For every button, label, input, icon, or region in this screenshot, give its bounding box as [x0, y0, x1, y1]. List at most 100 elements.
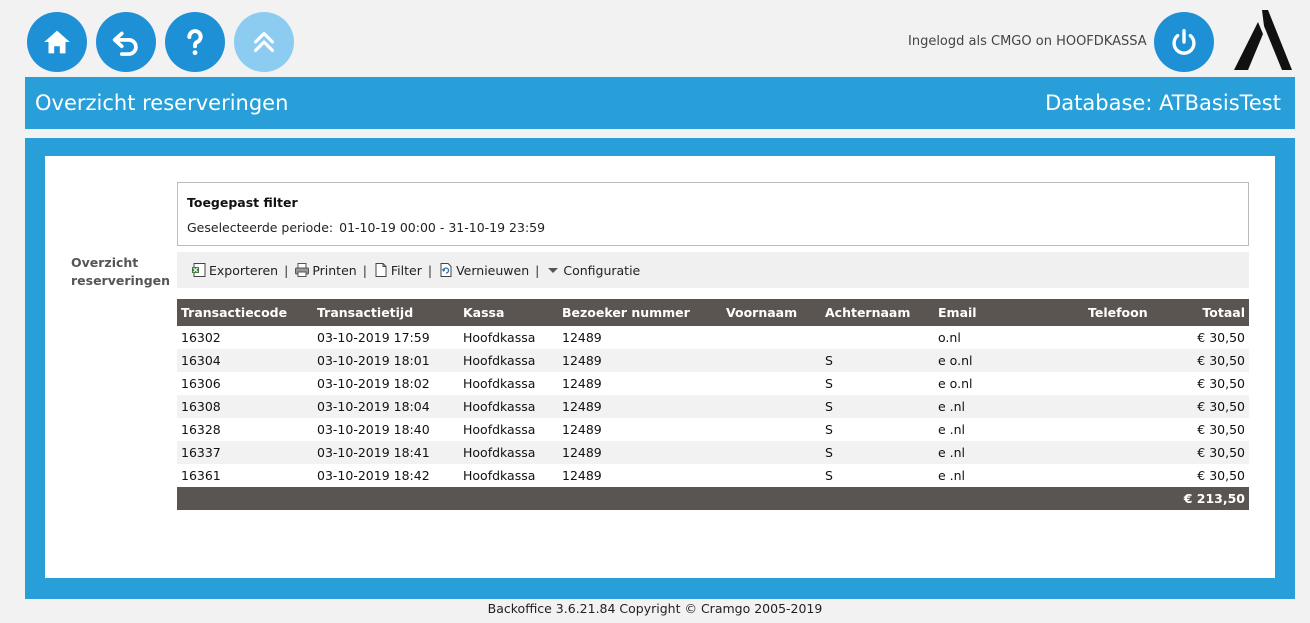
export-button[interactable]: Exporteren [191, 262, 278, 278]
transaction-time-cell: 03-10-2019 18:41 [313, 441, 459, 464]
table-header-row: Transactiecode Transactietijd Kassa Bezo… [177, 299, 1249, 326]
transaction-time-cell: 03-10-2019 18:04 [313, 395, 459, 418]
period-label: Geselecteerde periode: [187, 220, 334, 235]
column-header[interactable]: Kassa [459, 299, 558, 326]
table-row[interactable]: 16308 03-10-2019 18:04 Hoofdkassa 12489 Se .… [177, 395, 1249, 418]
question-icon [187, 29, 203, 56]
visitor-number-cell: 12489 [562, 468, 602, 483]
table-row[interactable]: 16304 03-10-2019 18:01 Hoofdkassa 12489 Se o… [177, 349, 1249, 372]
export-icon [192, 263, 206, 277]
transaction-time-cell: 03-10-2019 18:40 [317, 422, 430, 437]
first-name-cell [722, 372, 821, 395]
last-name-cell: S [825, 468, 833, 483]
transaction-code-cell: 16308 [177, 395, 313, 418]
transaction-time-cell: 03-10-2019 17:59 [317, 330, 430, 345]
email-cell: e o.nl [938, 376, 973, 391]
visitor-number-cell: 12489 [558, 441, 722, 464]
total-cell: € 30,50 [1197, 422, 1245, 437]
email-cell: e .nl [934, 395, 1084, 418]
home-button[interactable] [27, 12, 87, 72]
transaction-code-cell: 16304 [177, 349, 313, 372]
total-cell: € 30,50 [1169, 441, 1249, 464]
column-header[interactable]: Email [934, 299, 1084, 326]
scroll-up-button[interactable] [234, 12, 294, 72]
total-spacer [177, 487, 1169, 510]
cramgo-logo [1234, 10, 1292, 70]
last-name-cell [821, 326, 934, 349]
table-row[interactable]: 16337 03-10-2019 18:41 Hoofdkassa 12489 Se .… [177, 441, 1249, 464]
database-label: Database: ATBasisTest [1045, 91, 1281, 115]
column-header[interactable]: Telefoon [1084, 299, 1169, 326]
total-cell: € 30,50 [1197, 468, 1245, 483]
column-header[interactable]: Voornaam [722, 299, 821, 326]
first-name-cell [722, 464, 821, 487]
transaction-time-cell: 03-10-2019 18:01 [313, 349, 459, 372]
grand-total: € 213,50 [1169, 487, 1249, 510]
separator: | [284, 262, 289, 278]
filter-button[interactable]: Filter [373, 262, 422, 278]
table-total-row: € 213,50 [177, 487, 1249, 510]
export-label: Exporteren [209, 262, 279, 278]
phone-cell [1084, 372, 1169, 395]
page-title: Overzicht reserveringen [35, 91, 289, 115]
register-cell: Hoofdkassa [463, 376, 536, 391]
transaction-time-cell: 03-10-2019 18:02 [317, 376, 430, 391]
configuration-dropdown[interactable]: Configuratie [545, 262, 640, 278]
email-cell: e .nl [938, 422, 966, 437]
home-icon [44, 30, 70, 54]
table-row[interactable]: 16328 03-10-2019 18:40 Hoofdkassa 12489 Se .… [177, 418, 1249, 441]
content-panel: Overzicht reserveringen Toegepast filter… [45, 156, 1275, 578]
table-row[interactable]: 16306 03-10-2019 18:02 Hoofdkassa 12489 Se o… [177, 372, 1249, 395]
visitor-number-cell: 12489 [558, 349, 722, 372]
side-menu-label[interactable]: Overzicht reserveringen [71, 254, 181, 290]
print-button[interactable]: Printen [294, 262, 357, 278]
filter-period: Geselecteerde periode: 01-10-19 00:00 - 3… [187, 220, 551, 235]
email-cell: e .nl [934, 441, 1084, 464]
email-cell: o.nl [938, 330, 961, 345]
last-name-cell: S [825, 376, 833, 391]
page-header: Overzicht reserveringen Database: ATBasi… [25, 77, 1295, 129]
last-name-cell: S [825, 422, 833, 437]
first-name-cell [722, 418, 821, 441]
register-cell: Hoofdkassa [463, 468, 536, 483]
transaction-code-cell: 16337 [177, 441, 313, 464]
last-name-cell: S [821, 395, 934, 418]
total-cell: € 30,50 [1197, 330, 1245, 345]
phone-cell [1084, 395, 1169, 418]
undo-arrow-icon [112, 31, 138, 56]
phone-cell [1084, 326, 1169, 349]
first-name-cell [722, 326, 821, 349]
content-frame: Overzicht reserveringen Toegepast filter… [25, 138, 1295, 599]
logout-button[interactable] [1154, 12, 1214, 72]
last-name-cell: S [821, 441, 934, 464]
footer-copyright: Backoffice 3.6.21.84 Copyright © Cramgo … [487, 601, 823, 616]
visitor-number-cell: 12489 [558, 395, 722, 418]
help-button[interactable] [165, 12, 225, 72]
refresh-button[interactable]: Vernieuwen [438, 262, 529, 278]
column-header[interactable]: Totaal [1169, 299, 1249, 326]
column-header[interactable]: Bezoeker nummer [558, 299, 722, 326]
login-status: Ingelogd als CMGO on HOOFDKASSA [908, 34, 1147, 49]
reservations-table: Transactiecode Transactietijd Kassa Bezo… [177, 299, 1249, 510]
last-name-cell: S [821, 349, 934, 372]
column-header[interactable]: Achternaam [821, 299, 934, 326]
filter-title: Toegepast filter [187, 195, 298, 210]
transaction-time-cell: 03-10-2019 18:42 [317, 468, 430, 483]
visitor-number-cell: 12489 [562, 376, 602, 391]
email-cell: e .nl [938, 468, 966, 483]
email-cell: e o.nl [934, 349, 1084, 372]
register-cell: Hoofdkassa [459, 395, 558, 418]
refresh-label: Vernieuwen [456, 262, 530, 278]
table-row[interactable]: 16302 03-10-2019 17:59 Hoofdkassa 12489 o.nl… [177, 326, 1249, 349]
column-header[interactable]: Transactietijd [313, 299, 459, 326]
document-icon [375, 263, 387, 277]
total-cell: € 30,50 [1169, 395, 1249, 418]
register-cell: Hoofdkassa [459, 441, 558, 464]
printer-icon [295, 263, 310, 277]
table-row[interactable]: 16361 03-10-2019 18:42 Hoofdkassa 12489 Se .… [177, 464, 1249, 487]
register-cell: Hoofdkassa [463, 422, 536, 437]
double-chevron-up-icon [253, 31, 275, 53]
transaction-code-cell: 16306 [181, 376, 221, 391]
back-button[interactable] [96, 12, 156, 72]
column-header[interactable]: Transactiecode [177, 299, 313, 326]
